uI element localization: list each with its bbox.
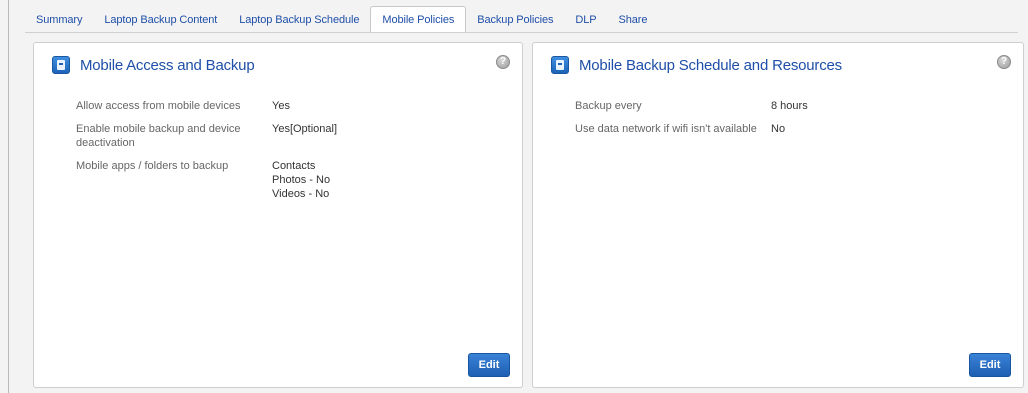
tab-laptop-backup-content[interactable]: Laptop Backup Content [93, 6, 228, 33]
setting-value-line: Videos - No [272, 188, 330, 200]
panel-header: Mobile Backup Schedule and Resources [551, 54, 842, 76]
setting-value-line: Contacts [272, 160, 316, 172]
tab-dlp[interactable]: DLP [564, 6, 607, 33]
setting-row: Backup every 8 hours [575, 99, 1013, 113]
mobile-device-icon [52, 56, 70, 74]
setting-value-line: 8 hours [771, 100, 808, 112]
settings-list: Backup every 8 hours Use data network if… [575, 99, 1013, 145]
mobile-device-icon [551, 56, 569, 74]
edit-button[interactable]: Edit [969, 353, 1011, 377]
panel-title: Mobile Access and Backup [80, 56, 255, 74]
setting-value: Yes [272, 99, 290, 113]
main-frame: Summary Laptop Backup Content Laptop Bac… [8, 0, 1028, 393]
help-icon[interactable]: ? [997, 55, 1011, 69]
setting-value: Contacts Photos - No Videos - No [272, 159, 330, 201]
tab-backup-policies[interactable]: Backup Policies [466, 6, 564, 33]
setting-value-line: Photos - No [272, 174, 331, 186]
mobile-schedule-panel: Mobile Backup Schedule and Resources ? B… [532, 42, 1024, 388]
tab-mobile-policies[interactable]: Mobile Policies [370, 6, 467, 33]
tab-summary[interactable]: Summary [25, 6, 93, 33]
panel-title: Mobile Backup Schedule and Resources [579, 56, 842, 74]
mobile-access-panel: Mobile Access and Backup ? Allow access … [33, 42, 523, 388]
setting-row: Allow access from mobile devices Yes [76, 99, 512, 113]
setting-label: Enable mobile backup and device deactiva… [76, 123, 241, 149]
settings-list: Allow access from mobile devices Yes Ena… [76, 99, 512, 210]
help-icon[interactable]: ? [496, 55, 510, 69]
setting-label: Mobile apps / folders to backup [76, 160, 229, 172]
setting-row: Enable mobile backup and device deactiva… [76, 122, 512, 150]
setting-value-line: Yes [272, 100, 290, 112]
tab-divider [25, 32, 1018, 33]
setting-label: Backup every [575, 100, 642, 112]
setting-value: 8 hours [771, 99, 808, 113]
tab-laptop-backup-schedule[interactable]: Laptop Backup Schedule [228, 6, 370, 33]
tab-share[interactable]: Share [608, 6, 659, 33]
setting-value: Yes[Optional] [272, 122, 337, 150]
setting-value-line: No [771, 123, 786, 135]
setting-row: Use data network if wifi isn't available… [575, 122, 1013, 136]
setting-row: Mobile apps / folders to backup Contacts… [76, 159, 512, 201]
setting-label: Use data network if wifi isn't available [575, 123, 757, 135]
tab-bar: Summary Laptop Backup Content Laptop Bac… [25, 6, 658, 33]
setting-label: Allow access from mobile devices [76, 100, 241, 112]
setting-value-line: Yes[Optional] [272, 123, 338, 135]
edit-button[interactable]: Edit [468, 353, 510, 377]
panel-header: Mobile Access and Backup [52, 54, 255, 76]
setting-value: No [771, 122, 785, 136]
